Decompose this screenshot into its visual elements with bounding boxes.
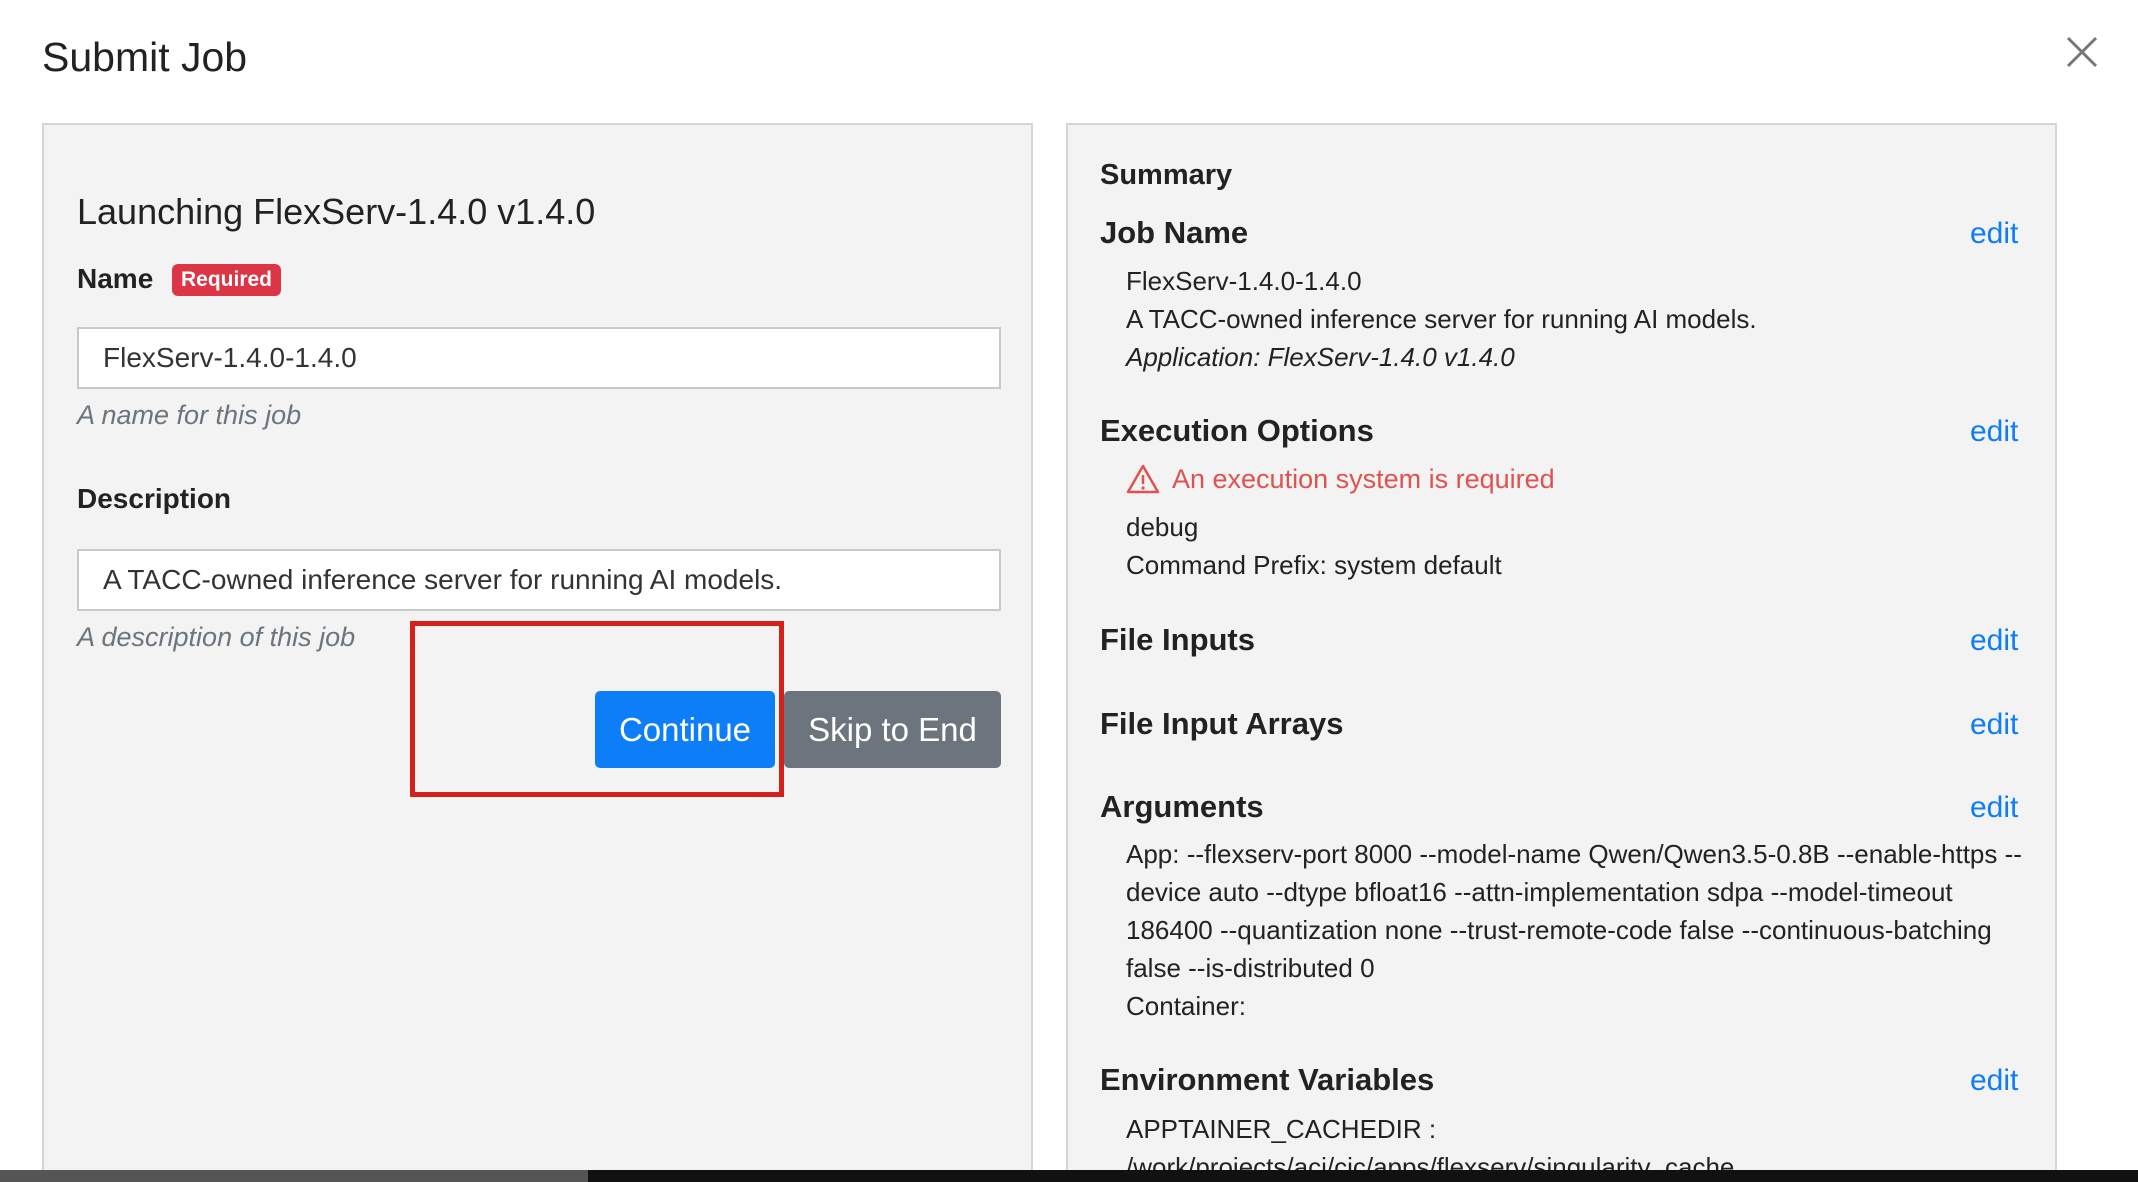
- job-name-edit-link[interactable]: edit: [1970, 217, 2018, 251]
- description-input[interactable]: [77, 549, 1001, 611]
- continue-button[interactable]: Continue: [595, 691, 775, 768]
- summary-env-var-name: APPTAINER_CACHEDIR :: [1126, 1114, 1437, 1144]
- job-name-section-title: Job Name: [1100, 215, 1249, 250]
- summary-container: Container:: [1126, 991, 1246, 1021]
- environment-variables-edit-link[interactable]: edit: [1970, 1064, 2018, 1098]
- arguments-edit-link[interactable]: edit: [1970, 791, 2018, 825]
- description-help-text: A description of this job: [77, 622, 356, 652]
- job-form-panel: Launching FlexServ-1.4.0 v1.4.0 Name Req…: [42, 123, 1033, 1182]
- summary-heading: Summary: [1100, 159, 1233, 191]
- name-input[interactable]: [77, 327, 1001, 389]
- execution-system-error: An execution system is required: [1126, 463, 1555, 495]
- warning-icon: [1126, 464, 1160, 494]
- bottom-bar-segment: [0, 1170, 588, 1182]
- summary-application: Application: FlexServ-1.4.0 v1.4.0: [1126, 342, 1515, 372]
- modal-title: Submit Job: [42, 34, 248, 80]
- skip-to-end-button[interactable]: Skip to End: [784, 691, 1001, 768]
- arguments-section-title: Arguments: [1100, 789, 1264, 824]
- file-input-arrays-edit-link[interactable]: edit: [1970, 708, 2018, 742]
- summary-command-prefix: Command Prefix: system default: [1126, 550, 1502, 580]
- summary-panel: Summary Job Name edit FlexServ-1.4.0-1.4…: [1066, 123, 2057, 1182]
- execution-options-edit-link[interactable]: edit: [1970, 415, 2018, 449]
- file-input-arrays-section-title: File Input Arrays: [1100, 706, 1344, 741]
- launch-title: Launching FlexServ-1.4.0 v1.4.0: [77, 191, 596, 232]
- close-icon[interactable]: [2060, 30, 2104, 74]
- name-label: Name: [77, 263, 154, 294]
- summary-arguments: App: --flexserv-port 8000 --model-name Q…: [1126, 835, 2026, 1025]
- summary-job-description: A TACC-owned inference server for runnin…: [1126, 304, 1757, 334]
- description-label: Description: [77, 483, 232, 514]
- summary-app-args: App: --flexserv-port 8000 --model-name Q…: [1126, 839, 2022, 983]
- file-inputs-section-title: File Inputs: [1100, 622, 1255, 657]
- execution-options-section-title: Execution Options: [1100, 413, 1374, 448]
- submit-job-modal: Submit Job Launching FlexServ-1.4.0 v1.4…: [0, 0, 2138, 1182]
- summary-queue: debug: [1126, 512, 1199, 542]
- execution-error-text: An execution system is required: [1172, 463, 1555, 494]
- required-badge: Required: [172, 264, 282, 296]
- environment-variables-section-title: Environment Variables: [1100, 1062, 1435, 1097]
- name-help-text: A name for this job: [77, 400, 302, 430]
- summary-job-name: FlexServ-1.4.0-1.4.0: [1126, 266, 1362, 296]
- file-inputs-edit-link[interactable]: edit: [1970, 624, 2018, 658]
